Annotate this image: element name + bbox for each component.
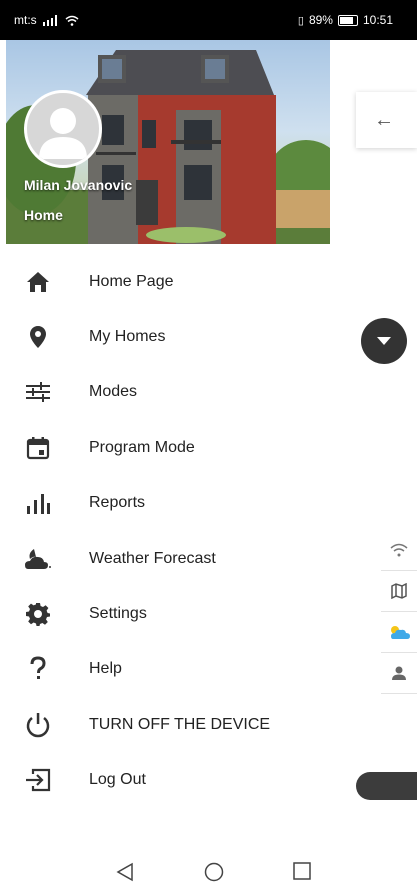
weather-icon[interactable] xyxy=(381,612,417,653)
bar-chart-icon xyxy=(6,491,70,515)
menu-item-label: Home Page xyxy=(89,272,174,290)
logout-icon xyxy=(6,768,70,792)
menu-item-help[interactable]: Help xyxy=(6,642,330,697)
question-icon xyxy=(6,656,70,682)
carrier-label: mt:s xyxy=(14,13,37,27)
menu-item-home-page[interactable]: Home Page xyxy=(6,254,330,309)
clock: 10:51 xyxy=(362,13,393,27)
location-pin-icon xyxy=(6,325,70,349)
nav-back-icon[interactable] xyxy=(116,862,134,882)
wifi-status-icon xyxy=(65,15,79,26)
menu-item-program-mode[interactable]: Program Mode xyxy=(6,420,330,475)
menu-item-label: Weather Forecast xyxy=(89,549,216,567)
home-icon xyxy=(6,271,70,293)
menu-item-settings[interactable]: Settings xyxy=(6,586,330,641)
menu-item-my-homes[interactable]: My Homes xyxy=(6,309,330,364)
avatar[interactable] xyxy=(24,90,102,168)
menu-item-modes[interactable]: Modes xyxy=(6,365,330,420)
nav-recents-icon[interactable] xyxy=(293,862,311,880)
nav-home-icon[interactable] xyxy=(204,862,224,882)
map-icon[interactable] xyxy=(381,571,417,612)
menu-item-reports[interactable]: Reports xyxy=(6,476,330,531)
background-icon-column xyxy=(381,530,417,694)
sliders-icon xyxy=(6,381,70,403)
current-home-name: Home xyxy=(24,207,63,223)
vibrate-icon: ▯ xyxy=(297,14,304,27)
drawer-menu: Home Page My Homes Modes Program Mode Re… xyxy=(6,254,330,808)
arrow-left-icon: ← xyxy=(374,108,394,131)
menu-item-label: Program Mode xyxy=(89,438,195,456)
back-button[interactable]: ← xyxy=(356,92,417,148)
battery-percent: 89% xyxy=(308,13,333,27)
gear-icon xyxy=(6,602,70,627)
calendar-icon xyxy=(6,436,70,460)
drawer-header: Milan Jovanovic Home xyxy=(6,40,330,244)
menu-item-weather-forecast[interactable]: Weather Forecast xyxy=(6,531,330,586)
person-icon[interactable] xyxy=(381,653,417,694)
system-nav-bar xyxy=(0,852,417,894)
weather-icon xyxy=(6,547,70,571)
battery-icon xyxy=(337,14,358,26)
wifi-icon[interactable] xyxy=(381,530,417,571)
signal-icon xyxy=(42,14,57,26)
user-name: Milan Jovanovic xyxy=(24,177,133,193)
menu-item-label: Reports xyxy=(89,494,146,512)
power-icon xyxy=(6,712,70,738)
menu-item-label: Modes xyxy=(89,383,138,401)
menu-item-label: Help xyxy=(89,660,122,678)
status-bar: mt:s ▯ 89% 10:51 xyxy=(0,0,417,40)
menu-item-label: Log Out xyxy=(89,771,146,789)
chevron-down-icon xyxy=(377,337,391,345)
navigation-drawer: Milan Jovanovic Home Home Page My Homes … xyxy=(6,40,330,852)
background-app xyxy=(330,40,417,852)
expand-button[interactable] xyxy=(361,318,407,364)
menu-item-label: Settings xyxy=(89,605,147,623)
user-placeholder-icon xyxy=(39,108,87,159)
menu-item-label: My Homes xyxy=(89,328,166,346)
menu-item-label: TURN OFF THE DEVICE xyxy=(89,715,271,733)
menu-item-turn-off-device[interactable]: TURN OFF THE DEVICE xyxy=(6,697,330,752)
background-pill xyxy=(356,772,417,800)
menu-item-log-out[interactable]: Log Out xyxy=(6,753,330,808)
